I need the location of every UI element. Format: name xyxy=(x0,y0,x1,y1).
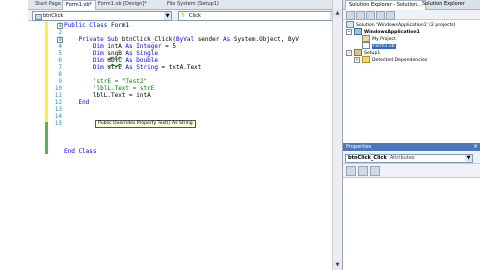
unused-variable-squiggle: sngB xyxy=(107,50,122,57)
code-line: End xyxy=(78,99,93,106)
tree-node-dependencies[interactable]: + Detected Dependencies xyxy=(354,56,427,64)
close-icon[interactable]: × xyxy=(473,143,478,151)
alphabetical-icon[interactable] xyxy=(358,166,368,176)
event-lightning-icon: ϟ xyxy=(181,12,185,19)
code-navigation-bar: btnClick ▼ ϟ Click ▼ xyxy=(28,10,341,21)
code-line: 'lblL.Text = strE xyxy=(92,85,155,92)
selected-object-name: btnClick_Click xyxy=(348,155,387,161)
code-line: Dim dblC As Double xyxy=(92,57,158,64)
line-number: 4 xyxy=(58,43,62,50)
collapse-icon: − xyxy=(346,49,352,56)
scroll-down-icon[interactable]: ▼ xyxy=(333,261,342,270)
saved-changes-marker xyxy=(45,122,48,154)
line-number: 13 xyxy=(54,106,62,113)
selected-object-type: Attributes xyxy=(389,155,415,161)
vb-project-icon xyxy=(354,28,362,35)
folder-icon xyxy=(362,56,370,63)
event-dropdown-value: Click xyxy=(189,13,201,19)
code-line: Private Sub btnClick_Click(ByVal sender … xyxy=(78,36,299,43)
categorized-icon[interactable] xyxy=(346,166,356,176)
tab-start-page[interactable]: Start Page xyxy=(32,0,64,9)
line-number: 9 xyxy=(58,78,62,85)
object-dropdown[interactable]: btnClick ▼ xyxy=(32,11,172,21)
tab-solution-explorer-secondary[interactable]: Solution Explorer xyxy=(419,0,468,9)
line-number: 15 xyxy=(54,120,62,127)
tab-file-system[interactable]: File System (Setup1) xyxy=(164,0,222,9)
property-pages-icon[interactable] xyxy=(370,166,380,176)
refresh-icon[interactable] xyxy=(366,11,375,20)
editor-tab-bar: Start Page Form1.vb* Form1.vb [Design]* … xyxy=(28,0,341,10)
line-number: 1 xyxy=(58,22,62,29)
chevron-down-icon[interactable]: ▼ xyxy=(164,12,171,20)
code-line: Dim intA As Integer = 5 xyxy=(92,43,177,50)
code-line: lblL.Text = intA xyxy=(92,92,151,99)
object-dropdown-value: btnClick xyxy=(43,13,64,19)
solution-explorer-toolbar xyxy=(343,10,480,20)
properties-object-selector[interactable]: btnClick_Click Attributes ▼ xyxy=(343,152,480,164)
intellisense-tooltip: Public Overrides Property Text() As Stri… xyxy=(95,120,196,128)
my-project-icon xyxy=(362,35,370,42)
tab-solution-explorer[interactable]: Solution Explorer - Solution... xyxy=(345,0,426,10)
editor-left-margin xyxy=(28,21,45,270)
left-edge-panel xyxy=(0,0,28,270)
solution-explorer-tabs: Solution Explorer - Solution... Solution… xyxy=(343,0,480,10)
tab-form1-design[interactable]: Form1.vb [Design]* xyxy=(95,0,150,9)
code-line: Public Class Form1 xyxy=(64,22,130,29)
view-designer-icon[interactable] xyxy=(386,11,395,20)
line-number: 12 xyxy=(54,99,62,106)
line-number: 11 xyxy=(54,92,62,99)
scroll-up-icon[interactable]: ▲ xyxy=(333,9,342,18)
line-number: 10 xyxy=(54,85,62,92)
solution-tree[interactable]: Solution 'WindowsApplication1' (2 projec… xyxy=(343,20,480,140)
code-line: 'strE = "Test2" xyxy=(92,78,148,85)
properties-toolbar xyxy=(343,164,480,178)
properties-panel-header: Properties × xyxy=(343,143,480,151)
properties-grid[interactable] xyxy=(343,178,480,270)
editor-vertical-scrollbar[interactable]: ▲ ▼ xyxy=(332,0,342,270)
unsaved-changes-marker xyxy=(45,22,48,122)
object-select[interactable]: btnClick_Click Attributes ▼ xyxy=(345,154,473,163)
code-editor[interactable]: − − 1 Public Class Form1 2 3 Private Sub… xyxy=(28,21,332,270)
solution-icon xyxy=(346,21,354,28)
line-number: 14 xyxy=(54,113,62,120)
code-line: Dim sngB As Single xyxy=(92,50,158,57)
line-number: 3 xyxy=(58,36,62,43)
line-number: 8 xyxy=(58,71,62,78)
right-tool-pane: Solution Explorer - Solution... Solution… xyxy=(342,0,480,270)
form-file-icon xyxy=(362,42,370,49)
expand-icon: + xyxy=(354,56,360,63)
line-number: 6 xyxy=(58,57,62,64)
tab-form1-code[interactable]: Form1.vb* xyxy=(62,0,96,10)
setup-project-icon xyxy=(354,49,362,56)
line-number: 5 xyxy=(58,50,62,57)
code-line: Dim strE As String = txtA.Text xyxy=(92,64,202,71)
collapse-icon: − xyxy=(346,28,352,35)
unused-variable-squiggle: dblC xyxy=(107,57,122,64)
code-line: End Class xyxy=(64,148,97,155)
show-all-files-icon[interactable] xyxy=(356,11,365,20)
chevron-down-icon[interactable]: ▼ xyxy=(465,155,472,162)
properties-title: Properties xyxy=(346,144,372,150)
button-object-icon xyxy=(35,14,42,20)
properties-icon[interactable] xyxy=(346,11,355,20)
view-code-icon[interactable] xyxy=(376,11,385,20)
line-number: 2 xyxy=(58,29,62,36)
line-number: 7 xyxy=(58,64,62,71)
event-dropdown[interactable]: ϟ Click ▼ xyxy=(178,11,338,21)
